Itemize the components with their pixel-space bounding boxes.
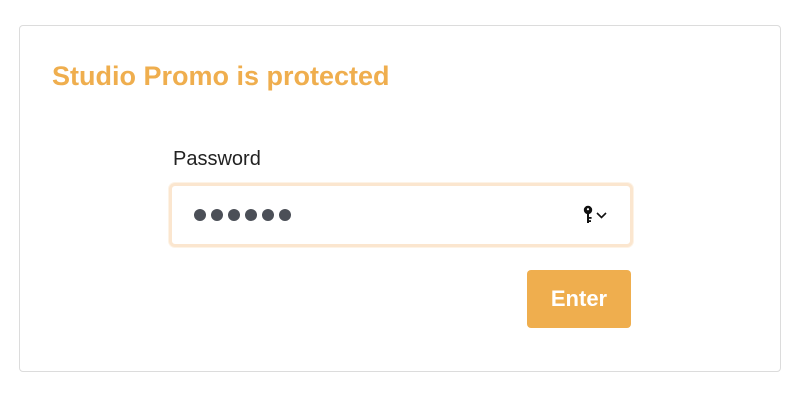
password-mask-dot <box>211 209 223 221</box>
enter-button[interactable]: Enter <box>527 270 631 328</box>
page-title: Studio Promo is protected <box>52 61 390 91</box>
password-mask <box>194 209 291 221</box>
key-icon <box>583 205 593 223</box>
password-manager-button[interactable] <box>582 204 612 226</box>
password-mask-dot <box>279 209 291 221</box>
password-input[interactable] <box>169 183 633 247</box>
password-mask-dot <box>194 209 206 221</box>
chevron-down-icon <box>596 212 607 219</box>
password-label: Password <box>173 148 261 170</box>
protected-card: Studio Promo is protected Password Enter <box>19 25 781 372</box>
password-mask-dot <box>245 209 257 221</box>
password-mask-dot <box>228 209 240 221</box>
password-mask-dot <box>262 209 274 221</box>
